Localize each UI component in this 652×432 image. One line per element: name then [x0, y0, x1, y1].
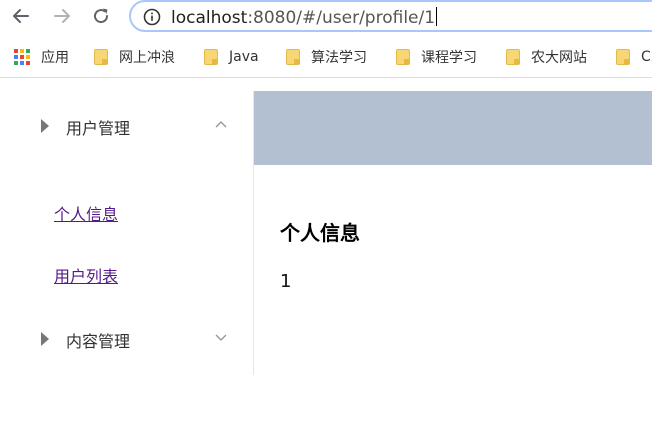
bookmark-label: 算法学习 — [311, 50, 367, 66]
bookmark-label: C — [641, 49, 651, 65]
apps-grid-icon — [14, 49, 30, 65]
bookmark-label: 课程学习 — [421, 50, 477, 66]
bookmarks-bar: 应用 网上冲浪 Java 算法学习 课程学习 农大网站 C — [0, 36, 652, 78]
caret-right-icon — [41, 119, 49, 133]
menu-group-title: 用户管理 — [66, 119, 131, 138]
reload-icon — [94, 8, 109, 24]
forward-button[interactable] — [50, 4, 74, 28]
app-header — [254, 91, 652, 165]
arrow-right-icon — [54, 9, 70, 23]
arrow-left-icon — [13, 9, 29, 23]
back-button[interactable] — [9, 4, 33, 28]
page-title: 个人信息 — [280, 221, 360, 245]
folder-icon — [204, 49, 218, 65]
bookmark-folder[interactable]: Java — [204, 47, 259, 67]
address-bar[interactable]: localhost:8080/#/user/profile/1 — [129, 0, 652, 32]
bookmark-label: 农大网站 — [531, 50, 587, 66]
bookmark-folder[interactable]: 农大网站 — [506, 47, 587, 67]
bookmark-folder[interactable]: 课程学习 — [396, 47, 477, 67]
bookmark-label: 应用 — [41, 50, 69, 66]
folder-icon — [286, 49, 300, 65]
folder-icon — [396, 49, 410, 65]
bookmark-label: 网上冲浪 — [119, 50, 175, 66]
menu-group-title: 内容管理 — [66, 332, 131, 351]
menu-group-content-management[interactable]: 内容管理 — [0, 310, 254, 366]
address-url[interactable]: localhost:8080/#/user/profile/1 — [171, 7, 438, 28]
bookmark-folder[interactable]: 算法学习 — [286, 47, 367, 67]
caret-right-icon — [41, 332, 49, 346]
user-id-value: 1 — [280, 271, 292, 292]
folder-icon — [506, 49, 520, 65]
text-caret — [436, 7, 438, 26]
sidebar-item-user-list[interactable]: 用户列表 — [54, 263, 118, 287]
browser-toolbar: localhost:8080/#/user/profile/1 — [0, 0, 652, 36]
bookmark-folder[interactable]: C — [616, 47, 651, 67]
bookmark-folder[interactable]: 网上冲浪 — [94, 47, 175, 67]
folder-icon — [94, 49, 108, 65]
menu-group-user-management[interactable]: 用户管理 — [0, 98, 254, 154]
reload-button[interactable] — [89, 4, 113, 28]
chevron-down-icon — [215, 334, 227, 341]
bookmark-apps[interactable]: 应用 — [14, 47, 69, 67]
url-path: :8080/#/user/profile/1 — [247, 8, 436, 28]
folder-icon — [616, 49, 630, 65]
bookmark-label: Java — [229, 49, 259, 65]
url-host: localhost — [171, 8, 248, 28]
sidebar-menu: 用户管理 个人信息 用户列表 内容管理 — [0, 91, 254, 375]
chevron-up-icon — [215, 121, 227, 128]
info-icon[interactable] — [143, 8, 161, 26]
sidebar-item-profile[interactable]: 个人信息 — [54, 201, 118, 225]
